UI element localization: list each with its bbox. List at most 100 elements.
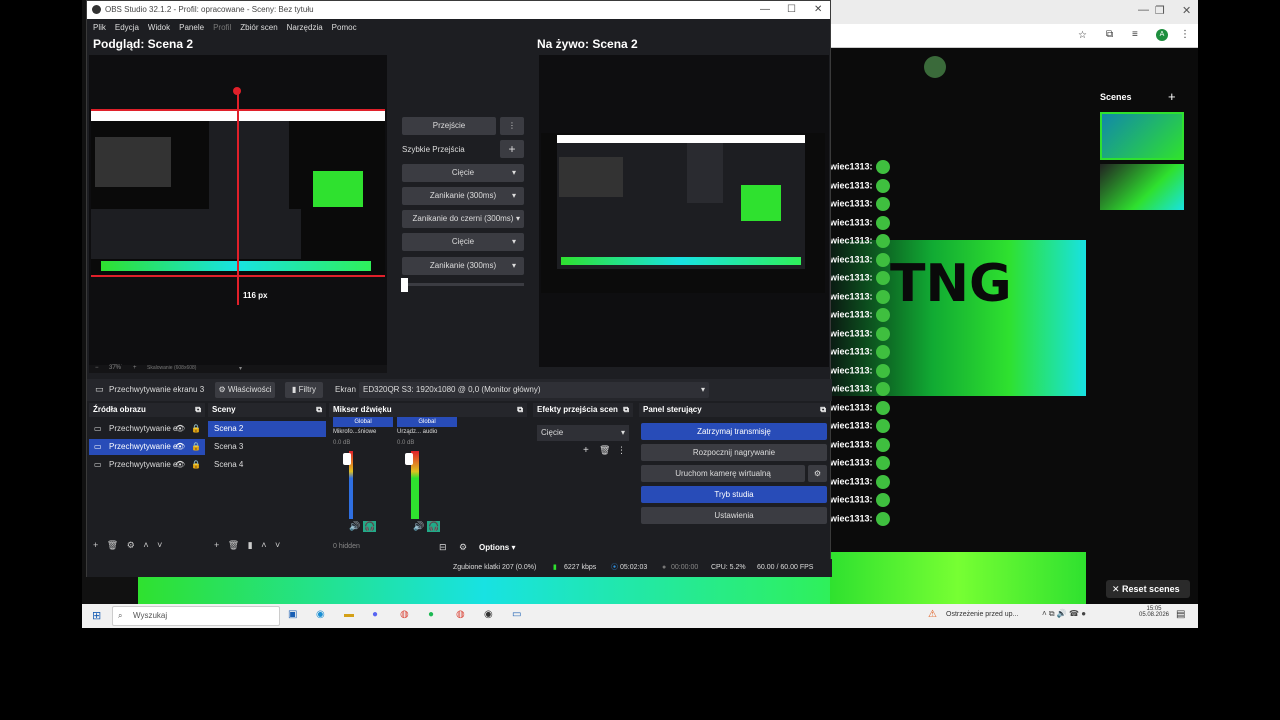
measure-handle[interactable] xyxy=(233,87,241,95)
undock-icon[interactable]: ⧉ xyxy=(517,403,523,417)
reset-scenes-button[interactable]: ✕ Reset scenes xyxy=(1106,580,1190,598)
menu-panele[interactable]: Panele xyxy=(179,23,204,32)
windows-start-icon[interactable]: ⊞ xyxy=(92,609,101,622)
add-icon[interactable]: + xyxy=(583,445,589,456)
eye-icon[interactable]: 👁 xyxy=(175,457,185,473)
speaker-icon[interactable]: 🔊 xyxy=(413,521,424,532)
zoom-in-icon[interactable]: + xyxy=(133,365,137,371)
more-icon[interactable]: ⋮ xyxy=(1180,29,1190,40)
taskbar-notification[interactable]: Ostrzeżenie przed up... xyxy=(946,611,1018,618)
taskbar-clock[interactable]: 15:05 05.08.2026 xyxy=(1136,606,1172,618)
mixer-channel-name[interactable]: Mikrofo...śniowe xyxy=(333,429,376,435)
lock-icon[interactable]: 🔒 xyxy=(191,457,201,473)
menu-pomoc[interactable]: Pomoc xyxy=(332,23,357,32)
extensions-icon[interactable]: ⧉ xyxy=(1106,29,1113,40)
taskbar-search[interactable]: ⌕ Wyszukaj xyxy=(112,606,280,626)
maximize-icon[interactable]: ☐ xyxy=(787,1,796,19)
mixer-fader[interactable] xyxy=(343,453,351,465)
mixer-channel-name[interactable]: Urządz... audio xyxy=(397,429,437,435)
virtual-camera-button[interactable]: Uruchom kamerę wirtualną xyxy=(641,465,805,482)
gear-icon[interactable]: ⚙ xyxy=(808,465,827,482)
mixer-fader[interactable] xyxy=(405,453,413,465)
scene-thumb-2[interactable] xyxy=(1100,164,1184,210)
chrome-icon[interactable]: ◍ xyxy=(400,609,409,620)
eye-icon[interactable]: 👁 xyxy=(175,421,185,437)
source-item[interactable]: ▭ Przechwytywanie e 👁 🔒 xyxy=(89,457,205,473)
add-scene-icon[interactable]: + xyxy=(1168,89,1176,104)
undock-icon[interactable]: ⧉ xyxy=(623,403,629,417)
transition-slider[interactable] xyxy=(402,283,524,286)
close-icon[interactable]: ✕ xyxy=(814,1,822,19)
headphones-icon[interactable]: 🎧 xyxy=(363,521,377,532)
quick-transition-5[interactable]: Zanikanie (300ms) ▾ xyxy=(402,257,524,275)
scene-thumb-1[interactable] xyxy=(1100,112,1184,160)
lock-icon[interactable]: 🔒 xyxy=(191,421,201,437)
add-quick-transition-icon[interactable]: + xyxy=(500,140,524,158)
screen-select[interactable]: ED320QR S3: 1920x1080 @ 0,0 (Monitor głó… xyxy=(359,382,709,398)
stop-stream-button[interactable]: Zatrzymaj transmisję xyxy=(641,423,827,440)
chevron-down-icon[interactable]: ˅ xyxy=(275,540,280,550)
quick-transition-2[interactable]: Zanikanie (300ms) ▾ xyxy=(402,187,524,205)
trash-icon[interactable]: 🗑 xyxy=(228,540,239,550)
layout-icon[interactable]: ⊟ xyxy=(439,542,447,553)
menu-zbior-scen[interactable]: Zbiór scen xyxy=(240,23,277,32)
headphones-icon[interactable]: 🎧 xyxy=(427,521,441,532)
add-icon[interactable]: + xyxy=(214,540,219,550)
undock-icon[interactable]: ⧉ xyxy=(195,403,201,417)
chevron-down-icon[interactable]: ▾ xyxy=(239,365,242,372)
taskbar-app-icon[interactable]: ▣ xyxy=(288,609,297,620)
quick-transition-3[interactable]: Zanikanie do czerni (300ms) ▾ xyxy=(402,210,524,228)
settings-button[interactable]: Ustawienia xyxy=(641,507,827,524)
scene-item[interactable]: Scena 4 xyxy=(208,457,326,473)
transition-select[interactable]: Cięcie ▾ xyxy=(537,425,629,441)
discord-icon[interactable]: ● xyxy=(372,609,378,620)
more-icon[interactable]: ⋮ xyxy=(617,445,626,456)
filters-button[interactable]: ▮ Filtry xyxy=(285,382,323,398)
tray-icons[interactable]: ˄ ⧉ 🔊 ☎ ● xyxy=(1042,609,1086,619)
speaker-icon[interactable]: 🔊 xyxy=(349,521,360,532)
spotify-icon[interactable]: ● xyxy=(428,609,434,620)
avatar[interactable]: A xyxy=(1156,29,1168,41)
chevron-up-icon[interactable]: ˄ xyxy=(143,540,148,550)
chevron-up-icon[interactable]: ˄ xyxy=(261,540,266,550)
eye-icon[interactable]: 👁 xyxy=(175,439,185,455)
menu-narzedzia[interactable]: Narzędzia xyxy=(287,23,323,32)
studio-mode-button[interactable]: Tryb studia xyxy=(641,486,827,503)
edge-icon[interactable]: ◉ xyxy=(316,609,325,620)
obs-icon[interactable]: ◉ xyxy=(484,609,493,620)
folder-icon[interactable]: ▬ xyxy=(344,609,354,620)
start-recording-button[interactable]: Rozpocznij nagrywanie xyxy=(641,444,827,461)
source-item[interactable]: ▭ Przechwytywanie e 👁 🔒 xyxy=(89,439,205,455)
gear-icon[interactable]: ⚙ xyxy=(459,542,467,553)
undock-icon[interactable]: ⧉ xyxy=(820,403,826,417)
menu-edycja[interactable]: Edycja xyxy=(115,23,139,32)
notification-center-icon[interactable]: ▤ xyxy=(1176,609,1185,620)
chevron-down-icon[interactable]: ˅ xyxy=(157,540,162,550)
menu-profil[interactable]: Profil xyxy=(213,23,231,32)
chrome-icon[interactable]: ◍ xyxy=(456,609,465,620)
filter-icon[interactable]: ▮ xyxy=(248,540,253,550)
trash-icon[interactable]: 🗑 xyxy=(599,445,610,456)
preview-canvas[interactable]: 116 px 37% xyxy=(89,55,387,371)
playlist-icon[interactable]: ≡ xyxy=(1132,29,1138,40)
minimize-icon[interactable]: — xyxy=(760,1,770,19)
lock-icon[interactable]: 🔒 xyxy=(191,439,201,455)
properties-button[interactable]: ⚙ Właściwości xyxy=(215,382,275,398)
zoom-out-icon[interactable]: − xyxy=(95,365,99,371)
transition-button[interactable]: Przejście xyxy=(402,117,496,135)
quick-transition-4[interactable]: Cięcie ▾ xyxy=(402,233,524,251)
trash-icon[interactable]: 🗑 xyxy=(107,540,118,550)
quick-transition-1[interactable]: Cięcie ▾ xyxy=(402,164,524,182)
gear-icon[interactable]: ⚙ xyxy=(127,540,135,550)
scene-item[interactable]: Scena 3 xyxy=(208,439,326,455)
transition-menu-icon[interactable]: ⋮ xyxy=(500,117,524,135)
star-icon[interactable]: ☆ xyxy=(1078,30,1087,41)
undock-icon[interactable]: ⧉ xyxy=(316,403,322,417)
taskbar-app-icon[interactable]: ▭ xyxy=(512,609,521,620)
close-icon[interactable]: ✕ xyxy=(1182,4,1191,17)
menu-widok[interactable]: Widok xyxy=(148,23,170,32)
add-icon[interactable]: + xyxy=(93,540,98,550)
menu-plik[interactable]: Plik xyxy=(93,23,106,32)
mixer-options-button[interactable]: Options ▾ xyxy=(479,543,515,552)
source-item[interactable]: ▭ Przechwytywanie e 👁 🔒 xyxy=(89,421,205,437)
